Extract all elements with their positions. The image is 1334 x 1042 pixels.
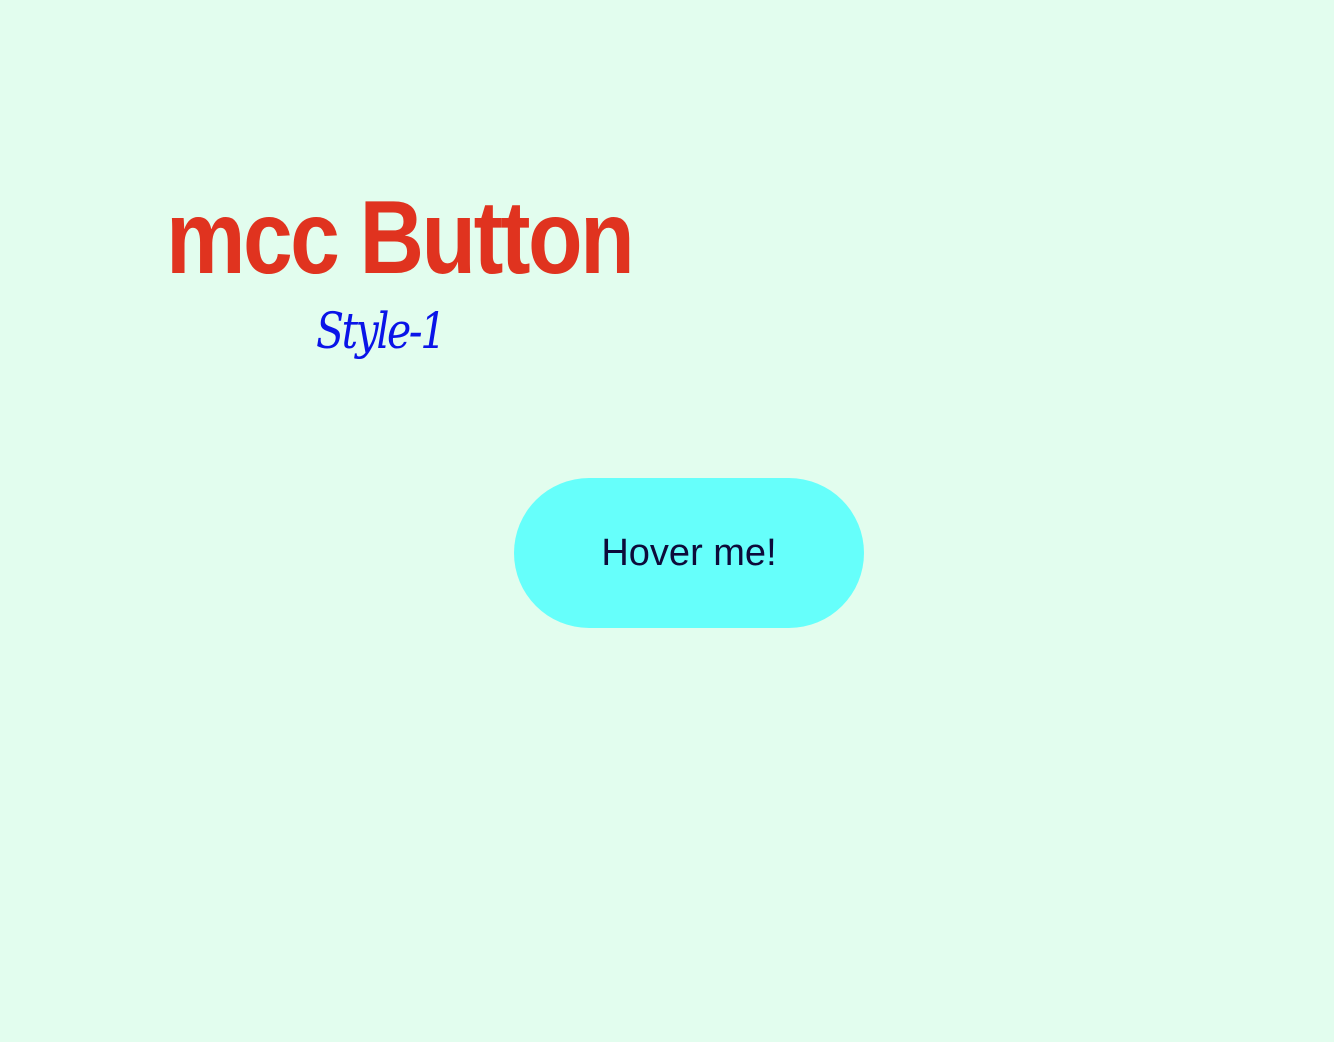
page-subtitle: Style-1	[316, 302, 446, 360]
hover-me-button[interactable]: Hover me!	[514, 478, 864, 628]
page-title: mcc Button	[166, 180, 635, 296]
